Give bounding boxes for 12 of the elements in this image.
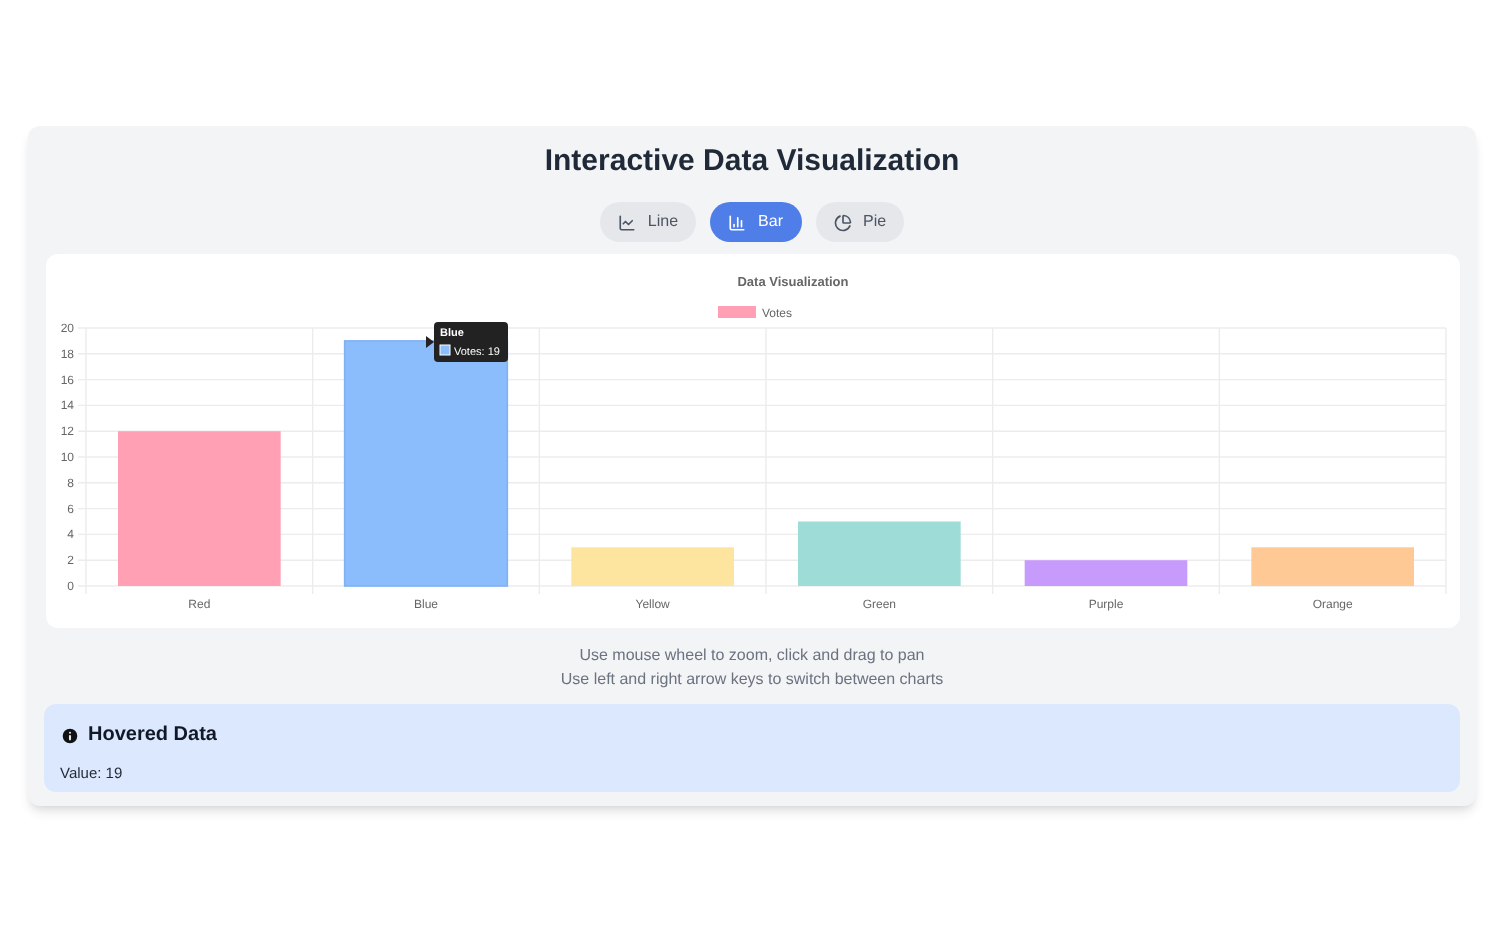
chart-tab[interactable]: Line bbox=[599, 202, 697, 242]
page-title: Interactive Data Visualization bbox=[544, 142, 960, 182]
hint-text: Use mouse wheel to zoom, click and drag to pan bbox=[579, 644, 925, 666]
hint-text: Use left and right arrow keys to switch between charts bbox=[560, 668, 944, 690]
bar-chart-icon bbox=[728, 213, 747, 231]
chart-tab[interactable]: Pie bbox=[815, 202, 905, 242]
info-icon bbox=[60, 725, 80, 745]
bar[interactable] bbox=[342, 340, 508, 587]
chart-tab[interactable]: Bar bbox=[710, 202, 801, 242]
pie-chart-icon bbox=[833, 213, 851, 231]
panel-heading: Hovered Data bbox=[88, 722, 217, 750]
line-chart-icon bbox=[617, 213, 636, 231]
